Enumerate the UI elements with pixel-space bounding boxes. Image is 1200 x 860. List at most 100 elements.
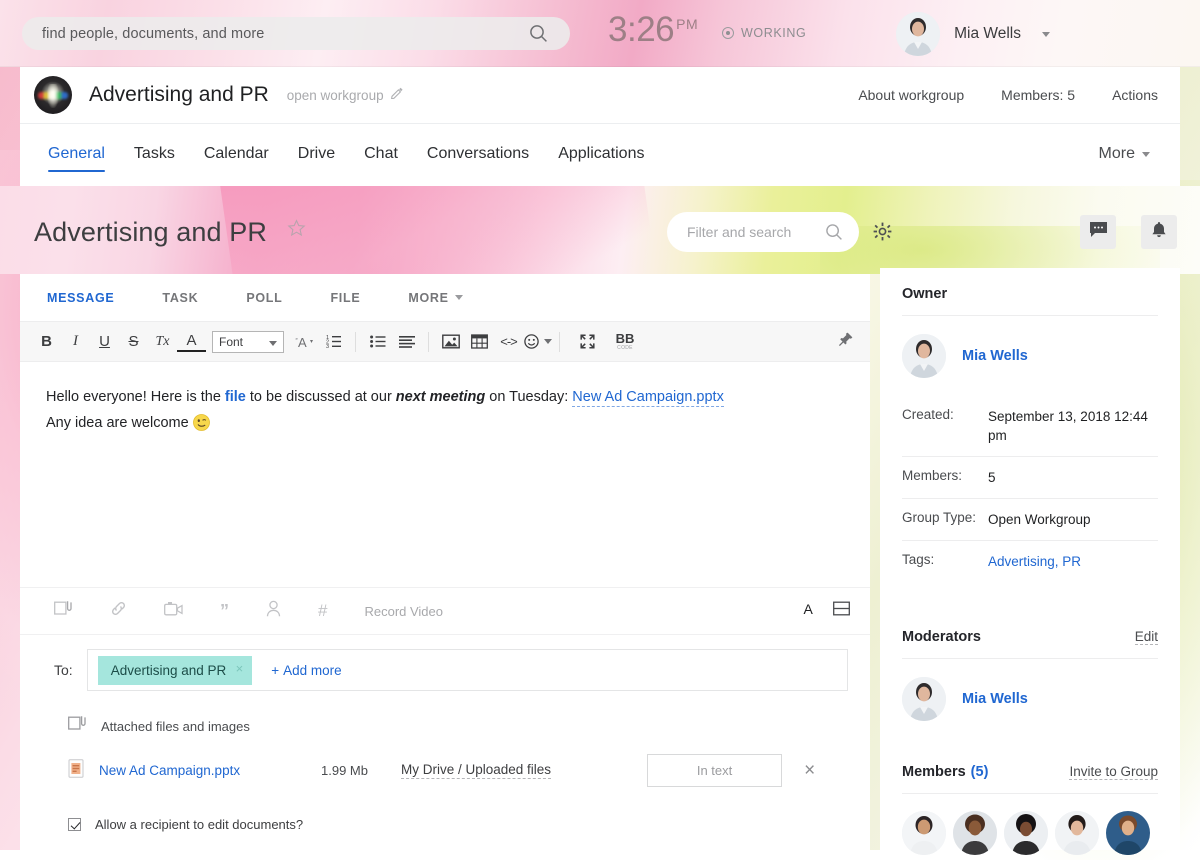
tab-calendar[interactable]: Calendar	[204, 124, 269, 186]
user-menu[interactable]: Mia Wells	[896, 12, 1050, 56]
add-more-recipients-button[interactable]: +Add more	[271, 663, 341, 678]
composer-tab-message[interactable]: MESSAGE	[47, 291, 114, 305]
chat-bubble-button[interactable]	[1080, 215, 1116, 249]
insert-code-button[interactable]: <->	[494, 328, 523, 356]
pin-icon[interactable]	[838, 331, 854, 352]
divider	[902, 793, 1158, 794]
info-value-tags[interactable]: Advertising, PR	[988, 552, 1081, 571]
members-count-link[interactable]: Members: 5	[1001, 87, 1075, 103]
layout-icon[interactable]	[833, 601, 850, 621]
status-badge[interactable]: WORKING	[722, 26, 806, 40]
owner-name[interactable]: Mia Wells	[962, 348, 1028, 364]
to-label: To:	[54, 662, 73, 678]
font-size-button[interactable]: A	[290, 328, 319, 356]
composer-lower-right: A	[802, 601, 850, 621]
hashtag-icon[interactable]: #	[318, 601, 327, 621]
moderator-name[interactable]: Mia Wells	[962, 691, 1028, 707]
tab-tasks[interactable]: Tasks	[134, 124, 175, 186]
composer-tab-more[interactable]: MORE	[408, 291, 462, 305]
attach-file-icon[interactable]	[54, 600, 73, 622]
invite-to-group-link[interactable]: Invite to Group	[1069, 764, 1158, 780]
attachment-path-link[interactable]: My Drive / Uploaded files	[401, 762, 551, 779]
composer-tab-task[interactable]: TASK	[162, 291, 198, 305]
avatar[interactable]	[1106, 811, 1150, 855]
link-icon[interactable]	[110, 600, 127, 622]
avatar	[902, 334, 946, 378]
tab-drive[interactable]: Drive	[298, 124, 335, 186]
insert-image-button[interactable]	[436, 328, 465, 356]
svg-text:A: A	[804, 601, 814, 616]
font-size-icon[interactable]: A	[802, 601, 817, 621]
star-outline-icon[interactable]	[287, 214, 306, 244]
moderators-heading: Moderators Edit	[902, 629, 1158, 645]
format-toolbar: B I U S Tx A Font A 123 <->	[20, 322, 870, 362]
tab-more[interactable]: More	[1099, 124, 1150, 186]
search-icon[interactable]	[529, 24, 548, 48]
record-dot-icon	[722, 27, 734, 39]
notifications-button[interactable]	[1141, 215, 1177, 249]
recipients-row: To: Advertising and PR +Add more	[20, 635, 870, 691]
in-text-button[interactable]: In text	[647, 754, 782, 787]
avatar[interactable]	[953, 811, 997, 855]
fullscreen-button[interactable]	[573, 328, 602, 356]
pencil-icon[interactable]	[390, 86, 403, 104]
composer-lower-toolbar: ” # Record Video A	[20, 587, 870, 635]
chevron-down-icon[interactable]	[1042, 32, 1050, 37]
tab-applications[interactable]: Applications	[558, 124, 644, 186]
actions-link[interactable]: Actions	[1112, 87, 1158, 103]
member-avatars	[902, 811, 1158, 855]
emoji-button[interactable]	[523, 328, 552, 356]
strikethrough-button[interactable]: S	[119, 328, 148, 356]
underline-button[interactable]: U	[90, 328, 119, 356]
tab-chat[interactable]: Chat	[364, 124, 398, 186]
attachment-name[interactable]: New Ad Campaign.pptx	[99, 763, 321, 778]
global-search-input[interactable]: find people, documents, and more	[22, 17, 570, 50]
mention-user-icon[interactable]	[266, 600, 281, 622]
workgroup-header-actions: About workgroup Members: 5 Actions	[858, 87, 1158, 103]
font-family-select[interactable]: Font	[212, 331, 284, 353]
message-line-1: Hello everyone! Here is the file to be d…	[46, 384, 846, 410]
info-row-tags: Tags: Advertising, PR	[902, 541, 1158, 582]
close-icon[interactable]: ×	[804, 760, 815, 782]
ordered-list-button[interactable]: 123	[319, 328, 348, 356]
info-value-members: 5	[988, 468, 996, 487]
composer-tabs: MESSAGE TASK POLL FILE MORE	[20, 274, 870, 322]
gear-icon[interactable]	[873, 222, 892, 246]
allow-edit-checkbox[interactable]	[68, 818, 81, 831]
wink-emoji-icon	[193, 414, 210, 440]
tab-conversations[interactable]: Conversations	[427, 124, 529, 186]
add-more-label: Add more	[283, 663, 342, 678]
composer-tab-file[interactable]: FILE	[330, 291, 360, 305]
avatar[interactable]	[902, 811, 946, 855]
search-icon[interactable]	[825, 223, 843, 246]
avatar[interactable]	[1004, 811, 1048, 855]
composer-tab-poll[interactable]: POLL	[246, 291, 282, 305]
italic-button[interactable]: I	[61, 328, 90, 356]
toolbar-divider	[428, 332, 429, 352]
insert-table-button[interactable]	[465, 328, 494, 356]
record-video-label[interactable]: Record Video	[364, 604, 443, 619]
avatar[interactable]	[1055, 811, 1099, 855]
message-file-link[interactable]: New Ad Campaign.pptx	[572, 389, 724, 407]
message-body[interactable]: Hello everyone! Here is the file to be d…	[20, 362, 870, 587]
bullet-list-button[interactable]	[363, 328, 392, 356]
allow-edit-label: Allow a recipient to edit documents?	[95, 817, 303, 832]
recipients-field[interactable]: Advertising and PR +Add more	[87, 649, 848, 691]
recipient-chip[interactable]: Advertising and PR	[98, 656, 253, 685]
attachments-header-label: Attached files and images	[101, 719, 250, 734]
clear-format-button[interactable]: Tx	[148, 328, 177, 356]
bbcode-button[interactable]: BB CODE	[608, 328, 642, 356]
bold-button[interactable]: B	[32, 328, 61, 356]
svg-text:3: 3	[326, 344, 329, 349]
about-workgroup-link[interactable]: About workgroup	[858, 87, 964, 103]
chat-bubble-icon	[1089, 221, 1108, 243]
message-text-pre: Hello everyone! Here is the	[46, 389, 225, 405]
tab-general[interactable]: General	[48, 124, 105, 186]
filter-search-input[interactable]: Filter and search	[667, 212, 859, 252]
quote-icon[interactable]: ”	[220, 605, 229, 617]
tab-more-label: More	[1099, 145, 1135, 163]
moderators-edit-link[interactable]: Edit	[1135, 629, 1158, 645]
text-color-button[interactable]: A	[177, 332, 206, 352]
align-button[interactable]	[392, 328, 421, 356]
record-video-icon[interactable]	[164, 601, 183, 622]
